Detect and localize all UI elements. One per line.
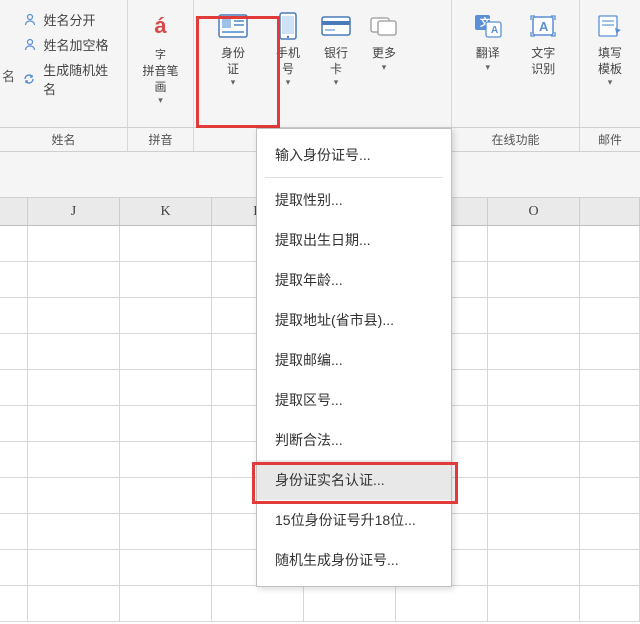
ribbon-group-mail: 填写 模板 ▾ xyxy=(580,0,640,127)
menu-extract-birthdate[interactable]: 提取出生日期... xyxy=(257,220,451,260)
svg-text:A: A xyxy=(539,19,549,34)
menu-extract-address[interactable]: 提取地址(省市县)... xyxy=(257,300,451,340)
chevron-down-icon: ▾ xyxy=(231,77,236,88)
menu-extract-age[interactable]: 提取年龄... xyxy=(257,260,451,300)
pinyin-label: 拼音笔 画 xyxy=(142,64,178,95)
col-header-K[interactable]: K xyxy=(120,198,212,225)
chevron-down-icon: ▾ xyxy=(382,62,387,73)
name-random-option[interactable]: 生成随机姓名 xyxy=(22,60,120,98)
group-label-name: 姓名 xyxy=(0,128,128,151)
group-label-online: 在线功能 xyxy=(452,128,580,151)
name-options-list: 姓名分开 姓名加空格 生成随机姓名 xyxy=(22,6,120,125)
chevron-down-icon: ▾ xyxy=(158,95,163,106)
pinyin-button[interactable]: á 字 拼音笔 画 ▾ xyxy=(136,6,185,125)
chevron-down-icon: ▾ xyxy=(608,77,613,88)
chevron-down-icon: ▾ xyxy=(334,77,339,88)
col-header-O[interactable]: O xyxy=(488,198,580,225)
more-button[interactable]: 更多 ▾ xyxy=(360,6,408,125)
more-icon xyxy=(368,10,400,42)
menu-extract-areacode[interactable]: 提取区号... xyxy=(257,380,451,420)
group-label-mail: 邮件 xyxy=(580,128,640,151)
name-space-option[interactable]: 姓名加空格 xyxy=(22,35,120,54)
menu-random-id[interactable]: 随机生成身份证号... xyxy=(257,540,451,580)
ribbon-group-online: 文A 翻译 ▾ A 文字 识别 xyxy=(452,0,580,127)
idcard-icon xyxy=(217,10,249,42)
menu-15to18[interactable]: 15位身份证号升18位... xyxy=(257,500,451,540)
menu-extract-zipcode[interactable]: 提取邮编... xyxy=(257,340,451,380)
ribbon-group-name: 名 姓名分开 姓名加空格 xyxy=(0,0,128,127)
more-label: 更多 xyxy=(372,46,396,62)
pinyin-icon: á xyxy=(145,10,177,42)
fill-template-button[interactable]: 填写 模板 ▾ xyxy=(588,6,632,125)
name-random-label: 生成随机姓名 xyxy=(43,60,119,98)
phone-button[interactable]: 手机 号 ▾ xyxy=(264,6,312,125)
refresh-icon xyxy=(22,71,38,87)
col-header-J[interactable]: J xyxy=(28,198,120,225)
idcard-button[interactable]: 身份 证 ▾ xyxy=(202,6,264,125)
idcard-dropdown-menu: 输入身份证号... 提取性别... 提取出生日期... 提取年龄... 提取地址… xyxy=(256,128,452,587)
name-split-label: 姓名分开 xyxy=(44,10,96,29)
bankcard-icon xyxy=(320,10,352,42)
ocr-icon: A xyxy=(527,10,559,42)
bankcard-label: 银行 卡 xyxy=(324,46,348,77)
ocr-label: 文字 识别 xyxy=(531,46,555,77)
menu-realname-verify[interactable]: 身份证实名认证... xyxy=(257,460,451,500)
translate-button[interactable]: 文A 翻译 ▾ xyxy=(460,6,516,125)
ocr-button[interactable]: A 文字 识别 xyxy=(516,6,572,125)
pinyin-prefix: 字 xyxy=(155,46,166,62)
name-space-label: 姓名加空格 xyxy=(44,35,109,54)
idcard-label: 身份 证 xyxy=(221,46,245,77)
svg-text:A: A xyxy=(491,25,498,36)
menu-separator xyxy=(265,177,443,178)
chevron-down-icon: ▾ xyxy=(485,62,490,73)
template-icon xyxy=(594,10,626,42)
group-label-pinyin: 拼音 xyxy=(128,128,194,151)
ribbon-toolbar: 名 姓名分开 姓名加空格 xyxy=(0,0,640,128)
phone-label: 手机 号 xyxy=(276,46,300,77)
menu-input-id[interactable]: 输入身份证号... xyxy=(257,135,451,175)
name-split-option[interactable]: 姓名分开 xyxy=(22,10,120,29)
menu-validate[interactable]: 判断合法... xyxy=(257,420,451,460)
ribbon-group-main: 身份 证 ▾ 手机 号 ▾ 银行 卡 ▾ 更多 xyxy=(194,0,452,127)
name-prefix: 名 xyxy=(2,6,22,125)
translate-label: 翻译 xyxy=(476,46,500,62)
fill-template-label: 填写 模板 xyxy=(598,46,622,77)
menu-extract-gender[interactable]: 提取性别... xyxy=(257,180,451,220)
chevron-down-icon: ▾ xyxy=(286,77,291,88)
phone-icon xyxy=(272,10,304,42)
ribbon-group-pinyin: á 字 拼音笔 画 ▾ xyxy=(128,0,194,127)
person-icon xyxy=(22,37,38,53)
bankcard-button[interactable]: 银行 卡 ▾ xyxy=(312,6,360,125)
translate-icon: 文A xyxy=(472,10,504,42)
person-icon xyxy=(22,12,38,28)
